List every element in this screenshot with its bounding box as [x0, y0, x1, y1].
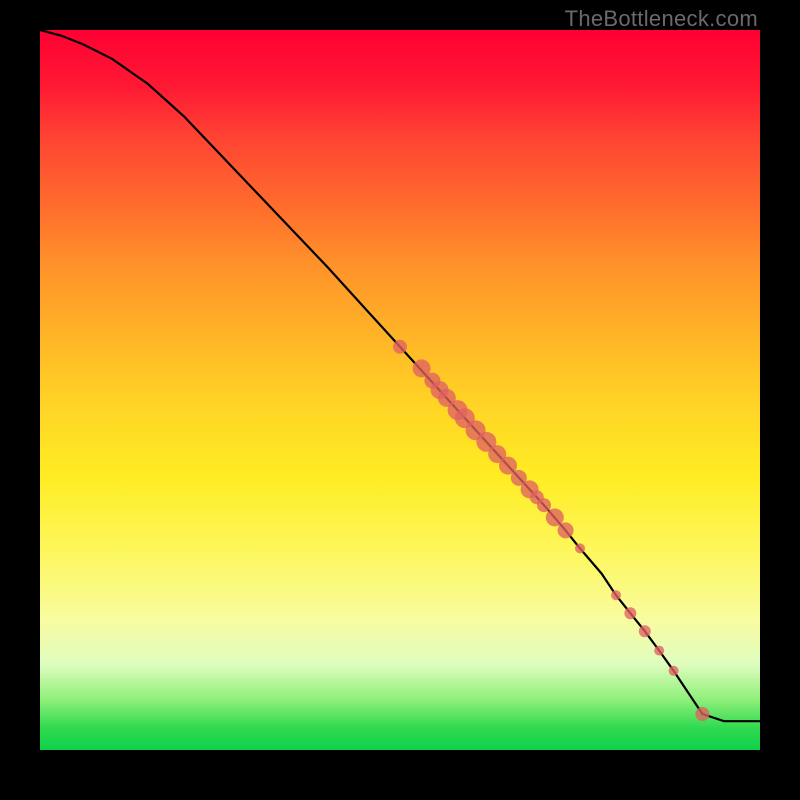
data-point — [393, 340, 407, 354]
watermark-text: TheBottleneck.com — [565, 6, 758, 32]
data-point — [537, 498, 551, 512]
data-curve — [40, 30, 760, 721]
line-layer — [40, 30, 760, 721]
data-point — [695, 707, 709, 721]
data-point — [558, 522, 574, 538]
data-point — [546, 508, 564, 526]
data-point — [611, 590, 621, 600]
data-point — [669, 666, 679, 676]
data-point — [575, 543, 585, 553]
plot-area — [40, 30, 760, 750]
scatter-layer — [393, 340, 709, 721]
data-point — [654, 646, 664, 656]
chart-frame: TheBottleneck.com — [0, 0, 800, 800]
data-point — [624, 607, 636, 619]
chart-svg — [40, 30, 760, 750]
data-point — [639, 625, 651, 637]
